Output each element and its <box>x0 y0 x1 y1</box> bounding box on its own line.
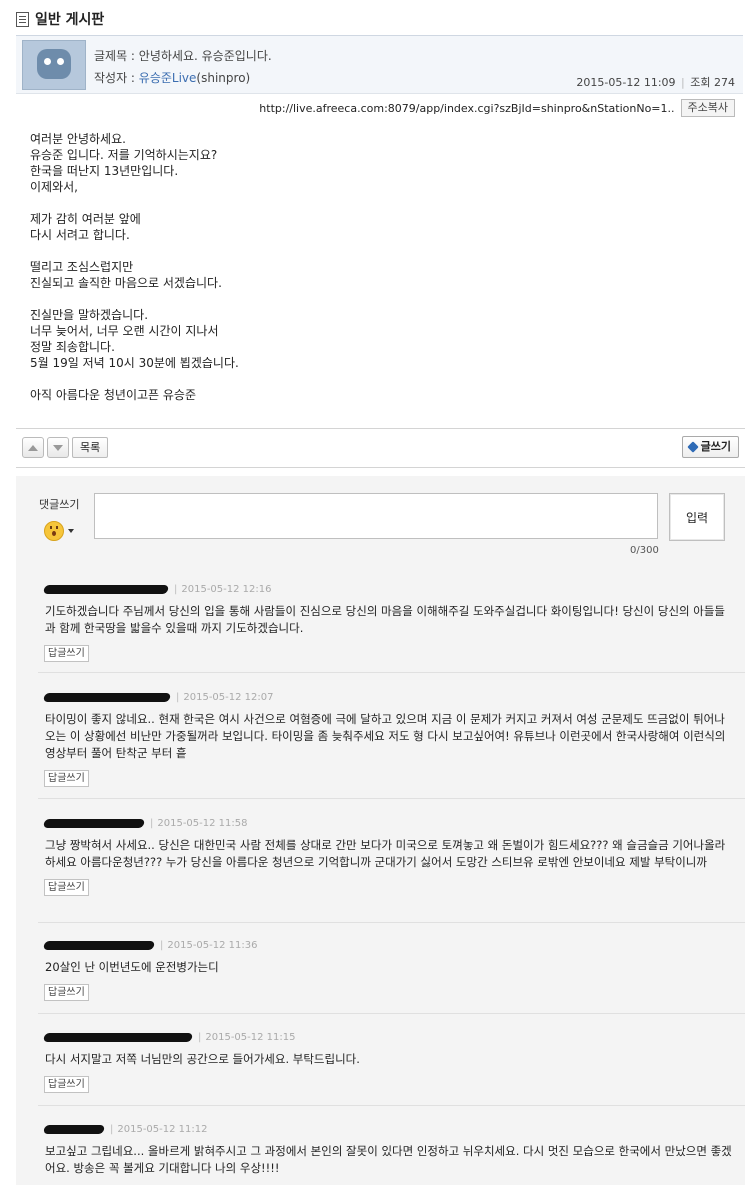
comment-input[interactable] <box>94 493 658 539</box>
comment-date: 2015-05-12 12:16 <box>181 583 272 595</box>
document-icon <box>16 11 29 27</box>
arrow-up-icon <box>28 444 38 451</box>
comment-date: 2015-05-12 11:36 <box>167 939 258 951</box>
toolbar-divider <box>16 467 745 468</box>
reply-button[interactable]: 답글쓰기 <box>44 770 89 787</box>
list-button[interactable]: 목록 <box>72 437 109 458</box>
reply-button[interactable]: 답글쓰기 <box>44 879 89 896</box>
pencil-icon <box>686 441 699 453</box>
redacted-username <box>43 940 155 950</box>
comment-text: 타이밍이 좋지 않네요.. 현재 한국은 여시 사건으로 여혐증에 극에 달하고… <box>45 712 726 760</box>
write-button[interactable]: 글쓰기 <box>681 436 739 458</box>
reply-button[interactable]: 답글쓰기 <box>44 645 89 662</box>
comment-date: 2015-05-12 11:15 <box>205 1031 296 1043</box>
comment-text: 기도하겠습니다 주님께서 당신의 입을 통해 사람들이 진심으로 당신의 마음을… <box>45 604 726 635</box>
reply-button[interactable]: 답글쓰기 <box>44 984 89 1001</box>
post-title-row: 글제목 : 안녕하세요. 유승준입니다. <box>94 47 272 64</box>
comment-item: | 2015-05-12 12:07 타이밍이 좋지 않네요.. 현재 한국은 여… <box>43 689 734 787</box>
write-button-label: 글쓰기 <box>700 440 731 453</box>
comment-divider <box>38 1013 745 1014</box>
comment-item: | 2015-05-12 12:16 기도하겠습니다 주님께서 당신의 입을 통해… <box>43 581 734 662</box>
post-author-row: 작성자 : 유승준Live(shinpro) <box>94 69 250 86</box>
redacted-username <box>43 818 145 828</box>
comment-form-label: 댓글쓰기 <box>39 498 80 511</box>
post-author-link[interactable]: 유승준Live <box>139 71 197 85</box>
comment-item: | 2015-05-12 11:36 20살인 난 이번년도에 운전병가는디 답글… <box>43 937 734 1001</box>
comments-section: 댓글쓰기 입력 0/300 | 2015-05-12 12:16 기도하겠습니다 … <box>16 476 745 1185</box>
comment-divider <box>38 798 745 799</box>
reply-button[interactable]: 답글쓰기 <box>44 1076 89 1093</box>
comment-text: 보고싶고 그립네요... 올바르게 밝혀주시고 그 과정에서 본인의 잘못이 있… <box>45 1144 732 1175</box>
upvote-button[interactable] <box>22 437 44 458</box>
post-header: 글제목 : 안녕하세요. 유승준입니다. 작성자 : 유승준Live(shinp… <box>16 35 743 94</box>
board-title: 일반 게시판 <box>16 8 104 30</box>
post-date: 2015-05-12 11:09 <box>576 76 676 89</box>
post-author-id: (shinpro) <box>196 71 251 85</box>
post-author-label: 작성자 : <box>94 71 139 85</box>
post-url: http://live.afreeca.com:8079/app/index.c… <box>259 101 675 115</box>
downvote-button[interactable] <box>47 437 69 458</box>
comment-date: 2015-05-12 11:58 <box>157 817 248 829</box>
redacted-username <box>43 1124 105 1134</box>
arrow-down-icon <box>53 444 63 451</box>
comment-text: 20살인 난 이번년도에 운전병가는디 <box>45 960 219 974</box>
redacted-username <box>43 1032 193 1042</box>
comment-text: 다시 서지말고 저쪽 너님만의 공간으로 들어가세요. 부탁드립니다. <box>45 1052 360 1066</box>
redacted-username <box>43 692 171 702</box>
comment-item: | 2015-05-12 11:58 그냥 짱박혀서 사세요.. 당신은 대한민국… <box>43 815 734 896</box>
comment-submit-button[interactable]: 입력 <box>669 493 725 541</box>
comment-item: | 2015-05-12 11:15 다시 서지말고 저쪽 너님만의 공간으로 들… <box>43 1029 734 1093</box>
comment-date: 2015-05-12 11:12 <box>117 1123 208 1135</box>
post-title-label: 글제목 : <box>94 49 139 63</box>
copy-url-button[interactable]: 주소복사 <box>680 99 735 117</box>
char-count: 0/300 <box>630 545 659 556</box>
post-views: 조회 274 <box>690 76 735 89</box>
chevron-down-icon[interactable] <box>68 529 74 533</box>
redacted-username <box>43 584 169 594</box>
board-title-text: 일반 게시판 <box>35 12 105 28</box>
comment-date: 2015-05-12 12:07 <box>183 691 274 703</box>
comment-divider <box>38 922 745 923</box>
comment-divider <box>38 1105 745 1106</box>
post-meta: 2015-05-12 11:09 | 조회 274 <box>576 76 735 89</box>
comment-divider <box>38 672 745 673</box>
content-divider <box>16 428 745 429</box>
emoticon-icon[interactable] <box>44 521 64 541</box>
post-url-bar: http://live.afreeca.com:8079/app/index.c… <box>259 98 735 118</box>
comment-item: | 2015-05-12 11:12 보고싶고 그립네요... 올바르게 밝혀주시… <box>43 1121 734 1177</box>
author-avatar[interactable] <box>22 40 86 90</box>
post-content: 여러분 안녕하세요. 유승준 입니다. 저를 기억하시는지요? 한국을 떠난지 … <box>30 132 239 402</box>
comment-text: 그냥 짱박혀서 사세요.. 당신은 대한민국 사람 전체를 상대로 간만 보다가… <box>45 838 726 869</box>
post-title: 안녕하세요. 유승준입니다. <box>138 49 272 63</box>
